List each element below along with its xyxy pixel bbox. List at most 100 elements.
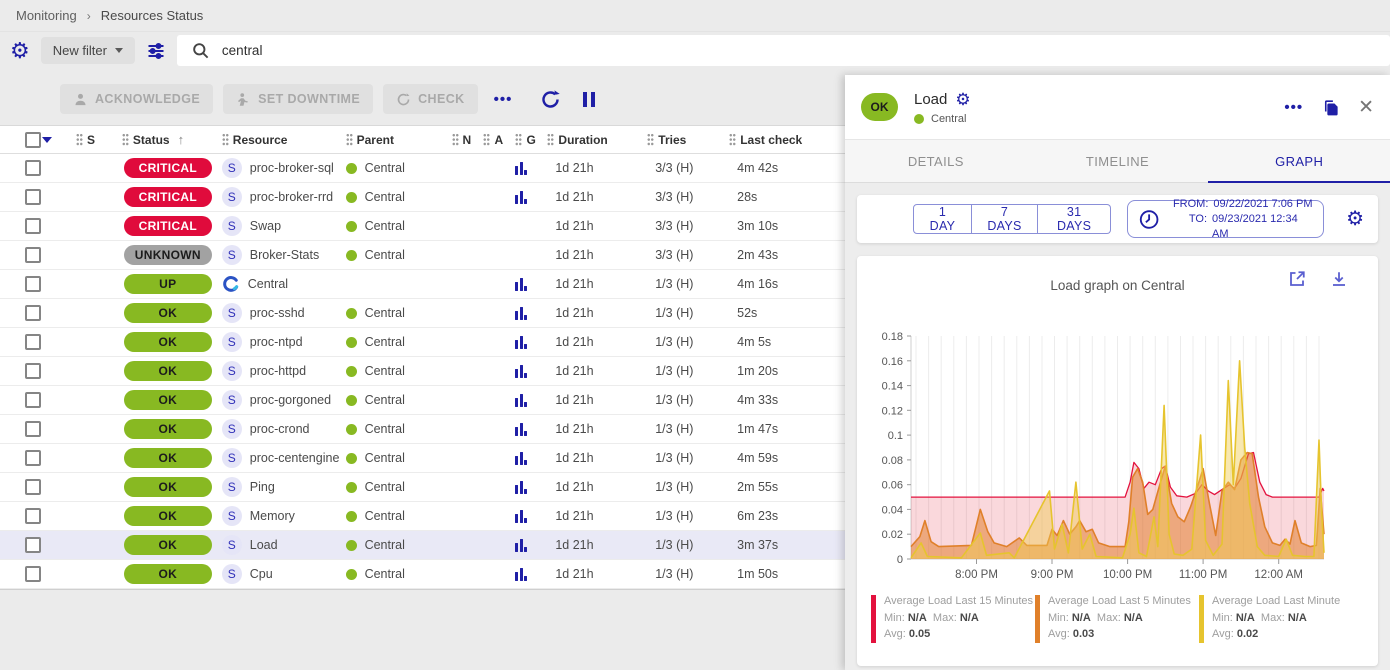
pause-button[interactable] <box>583 92 595 107</box>
settings-gear-icon[interactable]: ⚙ <box>10 40 30 62</box>
col-tries[interactable]: Tries <box>658 133 686 147</box>
tab-graph[interactable]: GRAPH <box>1208 140 1390 182</box>
row-checkbox[interactable] <box>25 508 41 524</box>
col-acknowledged[interactable]: A <box>494 133 503 147</box>
custom-time-period[interactable]: FROM:09/22/2021 7:06 PM TO:09/23/2021 12… <box>1127 200 1324 238</box>
drag-indicator-icon[interactable] <box>76 133 83 146</box>
new-filter-dropdown[interactable]: New filter <box>41 37 135 64</box>
row-checkbox[interactable] <box>25 421 41 437</box>
select-all-checkbox[interactable] <box>25 132 41 148</box>
refresh-button[interactable] <box>540 89 561 110</box>
col-notification[interactable]: N <box>463 133 472 147</box>
graph-chart-icon[interactable] <box>515 365 527 378</box>
col-duration[interactable]: Duration <box>558 133 607 147</box>
tab-timeline[interactable]: TIMELINE <box>1027 140 1209 182</box>
row-checkbox[interactable] <box>25 450 41 466</box>
drag-indicator-icon[interactable] <box>122 133 129 146</box>
resource-name[interactable]: proc-broker-rrd <box>250 190 333 204</box>
range-1-day-button[interactable]: 1 DAY <box>913 204 972 234</box>
detail-settings-gear-icon[interactable]: ⚙ <box>955 90 970 110</box>
row-checkbox[interactable] <box>25 189 41 205</box>
copy-link-button[interactable] <box>1321 97 1340 118</box>
resource-name[interactable]: Broker-Stats <box>250 248 319 262</box>
search-input[interactable] <box>222 43 522 58</box>
breadcrumb-monitoring[interactable]: Monitoring <box>16 8 77 23</box>
tab-details[interactable]: DETAILS <box>845 140 1027 182</box>
col-last-check[interactable]: Last check <box>740 133 802 147</box>
open-in-new-button[interactable] <box>1288 270 1306 288</box>
row-checkbox[interactable] <box>25 305 41 321</box>
resource-name[interactable]: Memory <box>250 509 295 523</box>
filter-tune-icon[interactable] <box>146 41 166 61</box>
resource-name[interactable]: proc-sshd <box>250 306 305 320</box>
graph-chart-icon[interactable] <box>515 510 527 523</box>
col-status[interactable]: Status <box>133 133 170 147</box>
row-checkbox[interactable] <box>25 392 41 408</box>
graph-chart-icon[interactable] <box>515 191 527 204</box>
legend-item[interactable]: Average Load Last 15 MinutesMin: N/A Max… <box>871 593 1035 643</box>
col-resource[interactable]: Resource <box>233 133 288 147</box>
graph-chart-icon[interactable] <box>515 278 527 291</box>
resource-name[interactable]: proc-gorgoned <box>250 393 331 407</box>
row-checkbox[interactable] <box>25 566 41 582</box>
drag-indicator-icon[interactable] <box>547 133 554 146</box>
table-row[interactable]: OKSLoadCentral1d 21h1/3 (H)3m 37s <box>0 531 845 560</box>
check-button[interactable]: CHECK <box>383 84 477 114</box>
row-checkbox[interactable] <box>25 537 41 553</box>
range-7-days-button[interactable]: 7 DAYS <box>972 204 1038 234</box>
graph-chart-icon[interactable] <box>515 336 527 349</box>
table-row[interactable]: CRITICALSproc-broker-sqlCentral1d 21h3/3… <box>0 154 845 183</box>
drag-indicator-icon[interactable] <box>222 133 229 146</box>
resource-name[interactable]: proc-crond <box>250 422 310 436</box>
col-severity[interactable]: S <box>87 133 95 147</box>
legend-item[interactable]: Average Load Last 5 MinutesMin: N/A Max:… <box>1035 593 1199 643</box>
table-row[interactable]: OKSproc-crondCentral1d 21h1/3 (H)1m 47s <box>0 415 845 444</box>
resource-name[interactable]: Ping <box>250 480 275 494</box>
resource-name[interactable]: Cpu <box>250 567 273 581</box>
table-row[interactable]: OKSPingCentral1d 21h1/3 (H)2m 55s <box>0 473 845 502</box>
export-graph-button[interactable] <box>1330 270 1348 288</box>
table-row[interactable]: CRITICALSproc-broker-rrdCentral1d 21h3/3… <box>0 183 845 212</box>
table-row[interactable]: CRITICALSSwapCentral1d 21h3/3 (H)3m 10s <box>0 212 845 241</box>
graph-chart-icon[interactable] <box>515 394 527 407</box>
graph-chart-icon[interactable] <box>515 423 527 436</box>
table-row[interactable]: OKSCpuCentral1d 21h1/3 (H)1m 50s <box>0 560 845 589</box>
graph-chart-icon[interactable] <box>515 452 527 465</box>
more-actions-button[interactable]: ••• <box>494 91 513 108</box>
drag-indicator-icon[interactable] <box>729 133 736 146</box>
table-row[interactable]: OKSproc-centengineCentral1d 21h1/3 (H)4m… <box>0 444 845 473</box>
resource-name[interactable]: Swap <box>250 219 281 233</box>
table-row[interactable]: OKSproc-sshdCentral1d 21h1/3 (H)52s <box>0 299 845 328</box>
resource-name[interactable]: proc-centengine <box>250 451 340 465</box>
resource-name[interactable]: proc-httpd <box>250 364 306 378</box>
table-row[interactable]: OKSproc-httpdCentral1d 21h1/3 (H)1m 20s <box>0 357 845 386</box>
drag-indicator-icon[interactable] <box>452 133 459 146</box>
table-row[interactable]: UPCentral1d 21h1/3 (H)4m 16s <box>0 270 845 299</box>
graph-chart-icon[interactable] <box>515 539 527 552</box>
range-31-days-button[interactable]: 31 DAYS <box>1038 204 1111 234</box>
drag-indicator-icon[interactable] <box>346 133 353 146</box>
table-row[interactable]: OKSproc-ntpdCentral1d 21h1/3 (H)4m 5s <box>0 328 845 357</box>
drag-indicator-icon[interactable] <box>483 133 490 146</box>
table-row[interactable]: OKSMemoryCentral1d 21h1/3 (H)6m 23s <box>0 502 845 531</box>
graph-settings-gear-icon[interactable]: ⚙ <box>1346 209 1364 229</box>
resource-name[interactable]: Load <box>250 538 278 552</box>
close-panel-icon[interactable]: ✕ <box>1358 96 1374 119</box>
resource-name[interactable]: proc-broker-sql <box>250 161 334 175</box>
graph-chart-icon[interactable] <box>515 481 527 494</box>
graph-chart-icon[interactable] <box>515 307 527 320</box>
graph-chart-icon[interactable] <box>515 568 527 581</box>
graph-chart-icon[interactable] <box>515 162 527 175</box>
row-checkbox[interactable] <box>25 276 41 292</box>
row-checkbox[interactable] <box>25 218 41 234</box>
drag-indicator-icon[interactable] <box>515 133 522 146</box>
select-menu-caret-icon[interactable] <box>42 137 52 143</box>
acknowledge-button[interactable]: ACKNOWLEDGE <box>60 84 213 114</box>
table-row[interactable]: UNKNOWNSBroker-StatsCentral1d 21h3/3 (H)… <box>0 241 845 270</box>
set-downtime-button[interactable]: SET DOWNTIME <box>223 84 373 114</box>
sort-asc-icon[interactable]: ↑ <box>178 132 185 147</box>
search-field[interactable] <box>177 35 1390 66</box>
resource-name[interactable]: proc-ntpd <box>250 335 303 349</box>
row-checkbox[interactable] <box>25 160 41 176</box>
breadcrumb-resources-status[interactable]: Resources Status <box>101 8 204 23</box>
